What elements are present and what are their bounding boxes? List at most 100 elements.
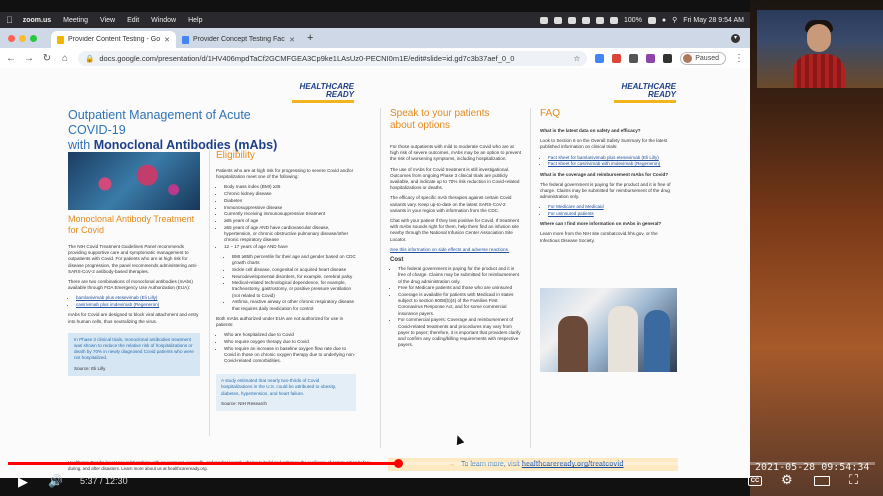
profile-button[interactable]: Paused <box>680 51 726 65</box>
webcam-video <box>757 10 883 88</box>
menubar-clock[interactable]: Fri May 28 9:54 AM <box>683 17 744 24</box>
list-item: Free for Medicare patients and those who… <box>398 285 522 291</box>
not-authorized-list: Who are hospitalized due to Covid Who re… <box>216 332 356 364</box>
callout-text: A study estimated that nearly two-thirds… <box>221 378 337 396</box>
lock-icon[interactable]: 🔒 <box>85 54 94 63</box>
faq-question: Where can I find more information on mAb… <box>540 221 662 227</box>
extension-icon[interactable] <box>646 53 656 63</box>
tab-provider-concept-testing[interactable]: Provider Concept Testing Facil ✕ <box>176 31 301 48</box>
menu-app-name[interactable]: zoom.us <box>23 17 51 24</box>
tray-icon[interactable] <box>568 16 577 24</box>
battery-icon[interactable] <box>647 16 656 24</box>
url-text[interactable]: docs.google.com/presentation/d/1HV406mpd… <box>99 54 568 63</box>
mouse-cursor-icon <box>453 433 465 446</box>
tray-icon[interactable] <box>582 16 591 24</box>
speak-paragraph: The use of mAbs for Covid treatment is s… <box>390 166 520 191</box>
search-icon[interactable]: ⚲ <box>672 16 677 24</box>
list-item: Sickle cell disease, congenital or acqui… <box>232 267 356 273</box>
column-divider <box>209 146 210 436</box>
speak-heading-2: about options <box>390 120 451 131</box>
menu-meeting[interactable]: Meeting <box>63 17 88 24</box>
wifi-icon[interactable]: ● <box>662 17 666 24</box>
cost-heading: Cost <box>390 257 404 264</box>
list-item[interactable]: For uninsured patients <box>548 211 678 217</box>
column-speak-to-patients: Speak to your patients about options For… <box>390 108 522 352</box>
list-item: BMI ≥85th percentile for their age and g… <box>232 254 356 266</box>
callout-text: In Phase 3 clinical trials, monoclonal a… <box>74 336 194 361</box>
study-callout: A study estimated that nearly two-thirds… <box>216 374 356 411</box>
eligibility-list: Body mass index (BMI) ≥35 Chronic kidney… <box>216 184 356 250</box>
title-prefix: with <box>68 138 94 152</box>
logo-text: READY <box>325 90 354 99</box>
list-item: Diabetes <box>224 198 356 204</box>
tab-provider-content-testing[interactable]: Provider Content Testing - Goo ✕ <box>51 31 176 48</box>
healthcare-ready-logo: HEALTHCARE READY <box>614 83 676 103</box>
list-item: Asthma, reactive airway or other chronic… <box>232 299 356 311</box>
column-eligibility: Eligibility Patients who are at high ris… <box>216 150 356 411</box>
close-tab-icon[interactable]: ✕ <box>164 36 170 44</box>
tray-icon[interactable] <box>540 16 549 24</box>
tab-search-icon[interactable]: ▾ <box>731 33 740 43</box>
close-window-icon[interactable] <box>8 34 15 42</box>
faq-list: Fact sheet for bamlanivimab plus etesevi… <box>540 155 678 168</box>
miniplayer-icon[interactable] <box>814 476 830 486</box>
cost-list: The federal government is paying for the… <box>390 266 522 348</box>
list-item: Who require oxygen therapy due to Covid <box>224 339 356 345</box>
apple-icon[interactable]:  <box>6 15 13 25</box>
close-tab-icon[interactable]: ✕ <box>289 36 295 44</box>
mab-treatment-heading: Monoclonal Antibody Treatment for Covid <box>68 214 195 235</box>
list-item: Chronic kidney disease <box>224 191 356 197</box>
forward-arrow-icon[interactable]: → <box>24 53 34 64</box>
puzzle-extensions-icon[interactable] <box>663 53 673 63</box>
mab-list: bamlanivimab plus etesevimab (Eli Lilly)… <box>68 295 200 308</box>
menubar-tray: 100% ● ⚲ Fri May 28 9:54 AM <box>540 16 744 24</box>
list-item[interactable]: bamlanivimab plus etesevimab (Eli Lilly) <box>76 295 200 301</box>
fullscreen-icon[interactable]: ⛶ <box>849 472 858 488</box>
side-effects-link[interactable]: See this information on side effects and… <box>390 247 522 253</box>
new-tab-button[interactable]: + <box>307 32 313 44</box>
virus-image <box>68 152 200 210</box>
menu-help[interactable]: Help <box>188 17 202 24</box>
callout-source: Source: Eli Lilly <box>74 365 106 371</box>
menu-edit[interactable]: Edit <box>127 17 139 24</box>
list-item[interactable]: For Medicare and Medicaid <box>548 204 678 210</box>
faq-question: What is the latest data on safety and ef… <box>540 128 641 133</box>
mab-paragraph-2: There are two combinations of monoclonal… <box>68 279 193 291</box>
back-arrow-icon[interactable]: ← <box>6 53 16 64</box>
list-item: The federal government is paying for the… <box>398 266 522 285</box>
progress-scrubber[interactable] <box>394 459 403 468</box>
bookmark-star-icon[interactable]: ☆ <box>574 54 581 63</box>
speak-paragraph: Chat with your patient if they test posi… <box>390 218 519 242</box>
extension-icon[interactable] <box>629 53 639 63</box>
speak-paragraph: The efficacy of specific mAb therapies a… <box>390 195 512 213</box>
volume-icon[interactable]: 🔊 <box>48 474 63 488</box>
not-authorized-intro: Both mAbs authorized under EUA are not a… <box>216 315 344 327</box>
speaker-head <box>807 24 831 52</box>
menu-window[interactable]: Window <box>151 17 176 24</box>
faq-answer: The federal government is paying for the… <box>540 181 671 200</box>
kebab-menu-icon[interactable]: ⋮ <box>734 53 744 64</box>
browser-chrome: Provider Content Testing - Goo ✕ Provide… <box>0 28 750 68</box>
presentation-slide: HEALTHCARE READY HEALTHCARE READY Outpat… <box>0 68 750 478</box>
settings-gear-icon[interactable]: ⚙ <box>781 472 793 488</box>
captions-icon[interactable]: CC <box>748 476 762 486</box>
extension-icon[interactable] <box>612 53 622 63</box>
mac-menubar:  zoom.us Meeting View Edit Window Help … <box>0 12 750 28</box>
person-figure <box>644 310 670 372</box>
tray-icon[interactable] <box>554 16 563 24</box>
extension-icon[interactable] <box>595 53 605 63</box>
minimize-window-icon[interactable] <box>19 34 26 42</box>
list-item[interactable]: Fact sheet for bamlanivimab plus etesevi… <box>548 155 678 161</box>
tray-icon[interactable] <box>596 16 605 24</box>
menu-view[interactable]: View <box>100 17 115 24</box>
play-icon[interactable]: ▶ <box>18 474 28 490</box>
browser-toolbar: ← → ↻ ⌂ 🔒 docs.google.com/presentation/d… <box>0 48 750 68</box>
reload-icon[interactable]: ↻ <box>42 53 52 64</box>
tray-icon[interactable] <box>610 16 619 24</box>
address-bar[interactable]: 🔒 docs.google.com/presentation/d/1HV406m… <box>78 50 588 66</box>
list-item[interactable]: Fact sheet for casirivimab with imdevima… <box>548 161 678 167</box>
list-item: Medical-related technological dependence… <box>232 280 356 299</box>
home-icon[interactable]: ⌂ <box>60 53 70 64</box>
list-item[interactable]: casirivimab plus imdevimab (Regeneron) <box>76 302 200 308</box>
maximize-window-icon[interactable] <box>30 34 37 42</box>
